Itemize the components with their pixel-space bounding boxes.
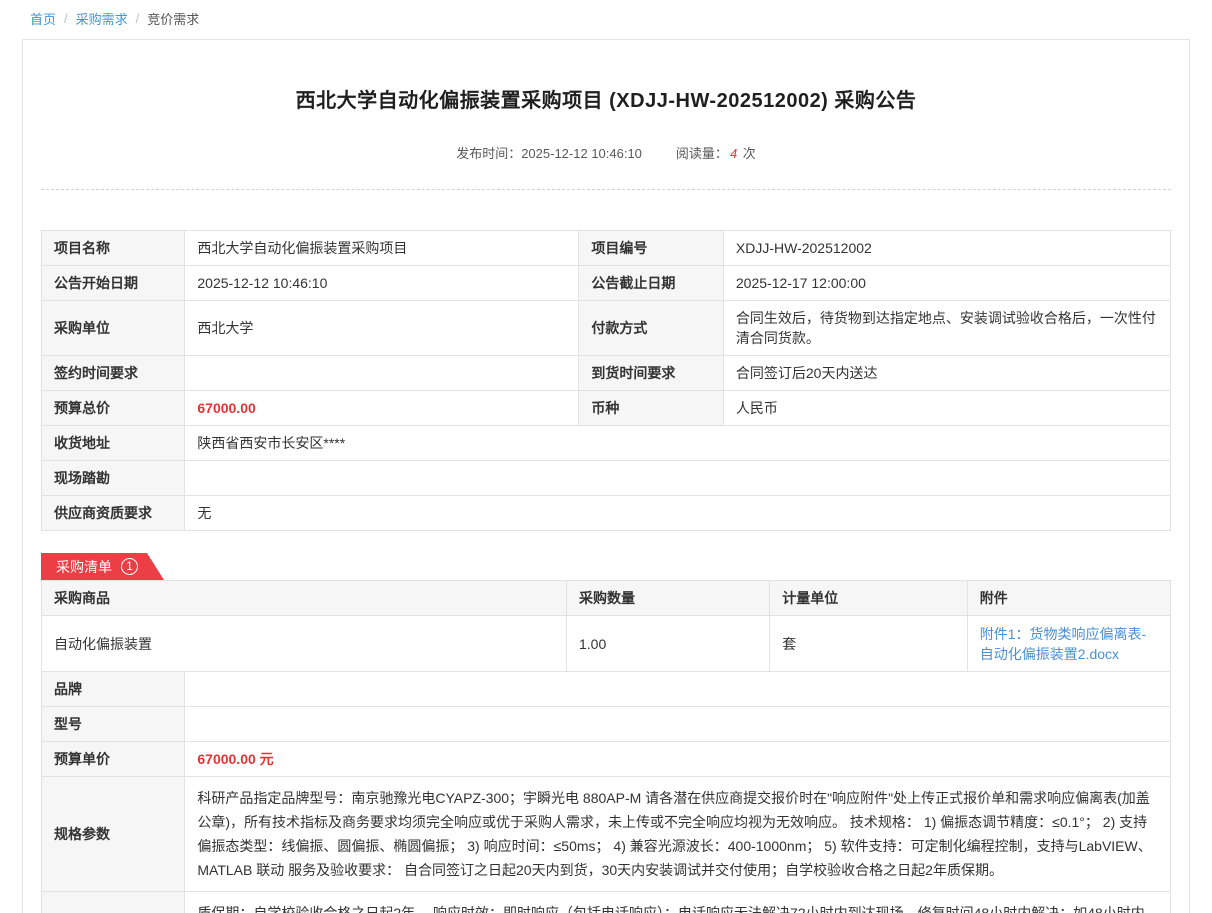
field-label: 公告截止日期 — [579, 266, 724, 301]
table-row: 项目名称 西北大学自动化偏振装置采购项目 项目编号 XDJJ-HW-202512… — [42, 231, 1171, 266]
product-unit: 套 — [770, 616, 968, 672]
product-name: 自动化偏振装置 — [42, 616, 567, 672]
field-label: 预算总价 — [42, 391, 185, 426]
field-label: 付款方式 — [579, 301, 724, 356]
table-row: 现场踏勘 — [42, 461, 1171, 496]
table-row: 规格参数 科研产品指定品牌型号：南京驰豫光电CYAPZ-300；宇瞬光电 880… — [42, 777, 1171, 892]
field-label: 到货时间要求 — [579, 356, 724, 391]
column-header: 采购数量 — [566, 581, 769, 616]
breadcrumb-link-home[interactable]: 首页 — [30, 9, 56, 28]
column-header: 计量单位 — [770, 581, 968, 616]
field-label: 采购单位 — [42, 301, 185, 356]
field-value: 西北大学 — [185, 301, 579, 356]
field-label: 预算单价 — [42, 742, 185, 777]
breadcrumb: 首页 / 采购需求 / 竞价需求 — [0, 0, 1212, 28]
field-value — [185, 461, 1171, 496]
field-value: XDJJ-HW-202512002 — [723, 231, 1170, 266]
field-label: 售后服务 — [42, 892, 185, 913]
field-value: 2025-12-12 10:46:10 — [185, 266, 579, 301]
field-label: 现场踏勘 — [42, 461, 185, 496]
field-value: 西北大学自动化偏振装置采购项目 — [185, 231, 579, 266]
product-quantity: 1.00 — [566, 616, 769, 672]
field-value — [185, 707, 1171, 742]
purchase-list-table: 采购商品 采购数量 计量单位 附件 自动化偏振装置 1.00 套 附件1：货物类… — [41, 580, 1171, 672]
table-row: 型号 — [42, 707, 1171, 742]
table-row: 自动化偏振装置 1.00 套 附件1：货物类响应偏离表-自动化偏振装置2.doc… — [42, 616, 1171, 672]
field-label: 规格参数 — [42, 777, 185, 892]
field-label: 品牌 — [42, 672, 185, 707]
table-row: 公告开始日期 2025-12-12 10:46:10 公告截止日期 2025-1… — [42, 266, 1171, 301]
field-value: 无 — [185, 496, 1171, 531]
field-value: 合同生效后，待货物到达指定地点、安装调试验收合格后，一次性付清合同货款。 — [723, 301, 1170, 356]
budget-total-value: 67000.00 — [185, 391, 579, 426]
attachment-link[interactable]: 附件1：货物类响应偏离表-自动化偏振装置2.docx — [980, 626, 1146, 662]
project-info-table: 项目名称 西北大学自动化偏振装置采购项目 项目编号 XDJJ-HW-202512… — [41, 230, 1171, 531]
field-label: 币种 — [579, 391, 724, 426]
column-header: 附件 — [967, 581, 1170, 616]
field-label: 项目编号 — [579, 231, 724, 266]
publish-time-label: 发布时间： — [456, 146, 521, 161]
table-row: 预算单价 67000.00 元 — [42, 742, 1171, 777]
field-value — [185, 356, 579, 391]
purchase-list-tag-label: 采购清单 — [56, 557, 112, 577]
read-count-value: 4 — [728, 146, 739, 161]
breadcrumb-current: 竞价需求 — [147, 9, 199, 28]
table-header-row: 采购商品 采购数量 计量单位 附件 — [42, 581, 1171, 616]
purchase-list-count-badge: 1 — [121, 558, 138, 575]
purchase-list-tag: 采购清单 1 — [41, 553, 164, 580]
breadcrumb-separator: / — [136, 11, 140, 26]
read-count-label: 阅读量： — [676, 146, 728, 161]
table-row: 供应商资质要求 无 — [42, 496, 1171, 531]
field-label: 签约时间要求 — [42, 356, 185, 391]
breadcrumb-separator: / — [64, 11, 68, 26]
table-row: 预算总价 67000.00 币种 人民币 — [42, 391, 1171, 426]
spec-parameters-value: 科研产品指定品牌型号：南京驰豫光电CYAPZ-300；宇瞬光电 880AP-M … — [185, 777, 1171, 892]
read-count-unit: 次 — [743, 146, 756, 161]
column-header: 采购商品 — [42, 581, 567, 616]
table-row: 品牌 — [42, 672, 1171, 707]
field-label: 型号 — [42, 707, 185, 742]
product-detail-table: 品牌 型号 预算单价 67000.00 元 规格参数 科研产品指定品牌型号：南京… — [41, 671, 1171, 913]
announcement-meta: 发布时间：2025-12-12 10:46:10 阅读量：4 次 — [41, 143, 1171, 162]
dashed-divider — [41, 189, 1171, 190]
table-row: 收货地址 陕西省西安市长安区**** — [42, 426, 1171, 461]
field-label: 供应商资质要求 — [42, 496, 185, 531]
field-label: 公告开始日期 — [42, 266, 185, 301]
table-row: 售后服务 质保期：自学校验收合格之日起2年。 响应时效：即时响应（包括电话响应）… — [42, 892, 1171, 913]
field-value: 合同签订后20天内送达 — [723, 356, 1170, 391]
publish-time-value: 2025-12-12 10:46:10 — [521, 146, 642, 161]
unit-price-value: 67000.00 元 — [185, 742, 1171, 777]
field-label: 收货地址 — [42, 426, 185, 461]
table-row: 采购单位 西北大学 付款方式 合同生效后，待货物到达指定地点、安装调试验收合格后… — [42, 301, 1171, 356]
field-value: 人民币 — [723, 391, 1170, 426]
field-value — [185, 672, 1171, 707]
field-label: 项目名称 — [42, 231, 185, 266]
announcement-card: 西北大学自动化偏振装置采购项目 (XDJJ-HW-202512002) 采购公告… — [22, 39, 1190, 913]
page-title: 西北大学自动化偏振装置采购项目 (XDJJ-HW-202512002) 采购公告 — [41, 84, 1171, 113]
field-value: 2025-12-17 12:00:00 — [723, 266, 1170, 301]
table-row: 签约时间要求 到货时间要求 合同签订后20天内送达 — [42, 356, 1171, 391]
breadcrumb-link-procurement[interactable]: 采购需求 — [76, 9, 128, 28]
after-sales-value: 质保期：自学校验收合格之日起2年。 响应时效：即时响应（包括电话响应）；电话响应… — [185, 892, 1171, 913]
field-value: 陕西省西安市长安区**** — [185, 426, 1171, 461]
